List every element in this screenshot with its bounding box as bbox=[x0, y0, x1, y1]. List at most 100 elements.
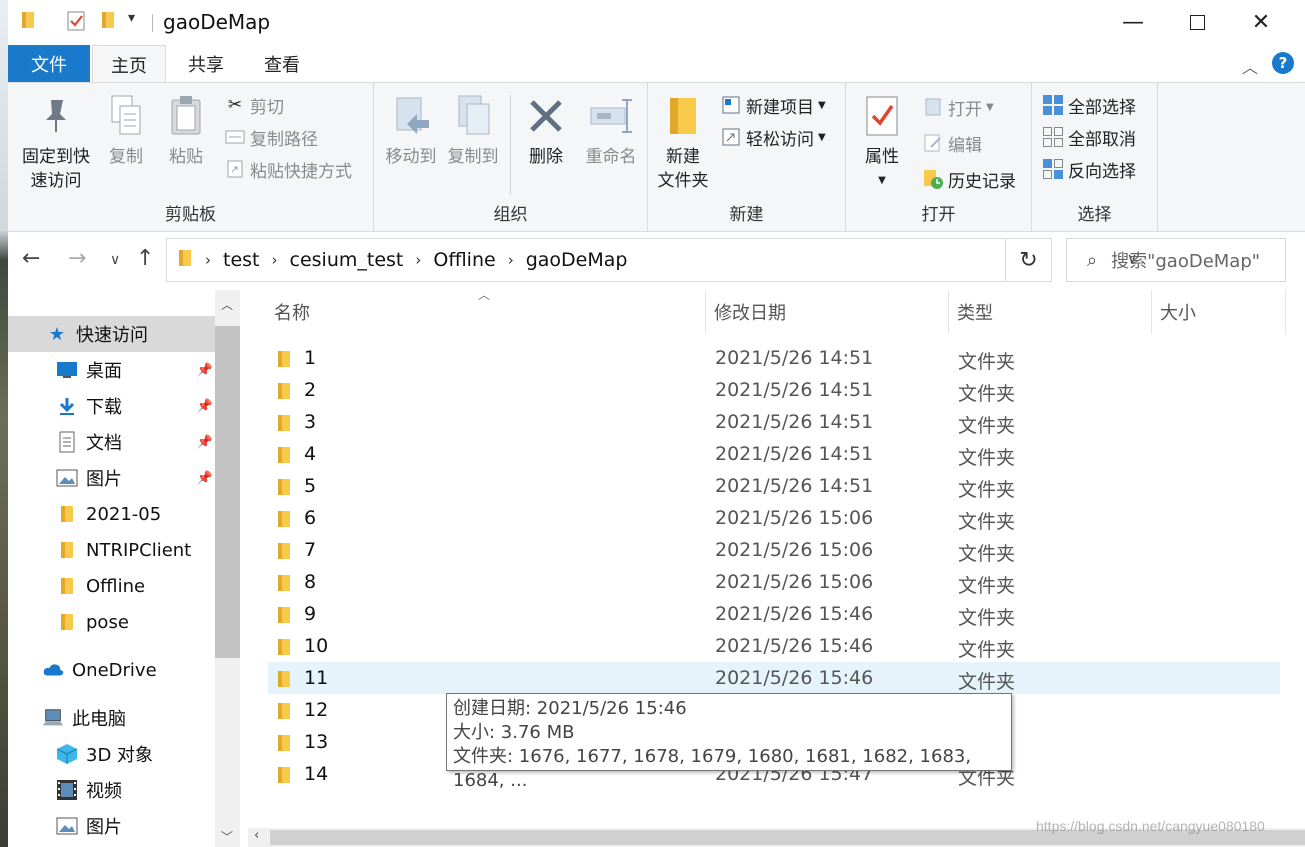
move-to-icon bbox=[389, 91, 433, 141]
table-row[interactable]: 2 2021/5/26 14:51 文件夹 bbox=[268, 374, 1280, 406]
move-to-button[interactable]: 移动到 bbox=[380, 91, 442, 169]
column-header-size[interactable]: 大小 bbox=[1152, 290, 1286, 334]
column-header-date[interactable]: 修改日期 bbox=[706, 290, 949, 334]
nav-quick-access[interactable]: ★ 快速访问 bbox=[8, 316, 215, 352]
file-name: 6 bbox=[304, 507, 317, 529]
nav-this-pc[interactable]: 此电脑 bbox=[8, 700, 215, 736]
nav-item-recent-folder[interactable]: 2021-05 bbox=[8, 496, 215, 532]
file-name: 10 bbox=[304, 635, 329, 657]
nav-item-desktop[interactable]: 桌面 📌 bbox=[8, 352, 215, 388]
open-button[interactable]: 打开 ▼ bbox=[922, 93, 994, 121]
table-row[interactable]: 6 2021/5/26 15:06 文件夹 bbox=[268, 502, 1280, 534]
pin-to-quick-access-button[interactable]: 固定到快 速访问 bbox=[16, 91, 96, 193]
folder-icon bbox=[276, 445, 292, 470]
nav-onedrive[interactable]: OneDrive bbox=[8, 652, 215, 688]
organize-group-label: 组织 bbox=[493, 205, 528, 225]
maximize-button[interactable] bbox=[1165, 0, 1229, 44]
invert-selection-button[interactable]: 反向选择 bbox=[1042, 155, 1136, 183]
nav-item-recent-folder[interactable]: NTRIPClient bbox=[8, 532, 215, 568]
nav-item-videos[interactable]: 视频 bbox=[8, 772, 215, 808]
file-name: 7 bbox=[304, 539, 317, 561]
file-name: 11 bbox=[304, 667, 329, 689]
table-row[interactable]: 5 2021/5/26 14:51 文件夹 bbox=[268, 470, 1280, 502]
close-button[interactable]: ✕ bbox=[1229, 0, 1293, 44]
paste-button[interactable]: 粘贴 bbox=[162, 91, 210, 169]
scroll-left-icon[interactable]: ‹ bbox=[254, 828, 259, 843]
file-type: 文件夹 bbox=[958, 351, 1016, 373]
pin-icon[interactable]: 📌 bbox=[197, 471, 213, 486]
paste-shortcut-button[interactable]: 粘贴快捷方式 bbox=[224, 155, 352, 183]
history-button[interactable]: 历史记录 bbox=[922, 165, 1016, 193]
copy-button[interactable]: 复制 bbox=[102, 91, 150, 169]
minimize-button[interactable]: — bbox=[1101, 0, 1165, 44]
refresh-button[interactable]: ↻ bbox=[1006, 238, 1052, 282]
table-row[interactable]: 8 2021/5/26 15:06 文件夹 bbox=[268, 566, 1280, 598]
watermark: https://blog.csdn.net/cangyue080180 bbox=[1036, 818, 1265, 834]
breadcrumb-item[interactable]: gaoDeMap bbox=[526, 249, 628, 271]
new-item-label: 新建项目 bbox=[746, 97, 814, 118]
ribbon: 固定到快 速访问 复制 粘贴 ✂ 剪切 复制路径 粘贴快捷方式 剪贴板 移动到 … bbox=[8, 82, 1305, 232]
nav-item-pictures[interactable]: 图片 📌 bbox=[8, 460, 215, 496]
table-row[interactable]: 1 2021/5/26 14:51 文件夹 bbox=[268, 342, 1280, 374]
column-header-name[interactable]: 名称 bbox=[266, 290, 706, 334]
cut-button[interactable]: ✂ 剪切 bbox=[224, 91, 284, 119]
rename-button[interactable]: 重命名 bbox=[580, 91, 642, 169]
scroll-down-icon[interactable]: ﹀ bbox=[221, 828, 233, 845]
customize-toolbar-icon[interactable]: ▾ bbox=[128, 10, 135, 26]
select-none-button[interactable]: 全部取消 bbox=[1042, 123, 1136, 151]
table-row[interactable]: 10 2021/5/26 15:46 文件夹 bbox=[268, 630, 1280, 662]
tab-file[interactable]: 文件 bbox=[8, 45, 90, 82]
tab-home[interactable]: 主页 bbox=[92, 45, 166, 83]
pin-icon[interactable]: 📌 bbox=[197, 363, 213, 378]
breadcrumb-item[interactable]: Offline › bbox=[433, 249, 525, 271]
collapse-ribbon-icon[interactable]: ︿ bbox=[1242, 54, 1258, 78]
nav-item-3d-objects[interactable]: 3D 对象 bbox=[8, 736, 215, 772]
table-row[interactable]: 3 2021/5/26 14:51 文件夹 bbox=[268, 406, 1280, 438]
address-bar[interactable]: › test › cesium_test › Offline › gaoDeMap ∨ bbox=[166, 238, 1137, 282]
breadcrumb-item[interactable]: test › bbox=[223, 249, 290, 271]
new-item-button[interactable]: 新建项目 ▼ bbox=[720, 91, 826, 119]
select-none-label: 全部取消 bbox=[1068, 129, 1136, 150]
scrollbar-thumb[interactable] bbox=[215, 326, 240, 658]
pin-icon[interactable]: 📌 bbox=[197, 435, 213, 450]
folder-icon[interactable] bbox=[20, 10, 38, 30]
forward-arrow-icon[interactable]: → bbox=[68, 246, 86, 271]
search-placeholder: 搜索"gaoDeMap" bbox=[1111, 251, 1261, 272]
back-arrow-icon[interactable]: ← bbox=[22, 246, 40, 271]
table-row[interactable]: 4 2021/5/26 14:51 文件夹 bbox=[268, 438, 1280, 470]
column-header-type[interactable]: 类型 bbox=[949, 290, 1152, 334]
new-folder-button[interactable]: 新建 文件夹 bbox=[654, 91, 712, 193]
help-icon[interactable]: ? bbox=[1272, 52, 1294, 74]
breadcrumb-separator-icon: › bbox=[205, 251, 211, 269]
nav-item-documents[interactable]: 文档 📌 bbox=[8, 424, 215, 460]
tab-share[interactable]: 共享 bbox=[170, 45, 242, 82]
table-row[interactable]: 9 2021/5/26 15:46 文件夹 bbox=[268, 598, 1280, 630]
nav-item-recent-folder[interactable]: pose bbox=[8, 604, 215, 640]
select-all-button[interactable]: 全部选择 bbox=[1042, 91, 1136, 119]
breadcrumb-item[interactable]: cesium_test › bbox=[290, 249, 434, 271]
copy-path-button[interactable]: 复制路径 bbox=[224, 123, 318, 151]
nav-item-recent-folder[interactable]: Offline bbox=[8, 568, 215, 604]
tab-view[interactable]: 查看 bbox=[246, 45, 318, 82]
recent-locations-icon[interactable]: ∨ bbox=[110, 252, 120, 268]
organize-divider bbox=[510, 95, 511, 195]
pin-icon[interactable]: 📌 bbox=[197, 399, 213, 414]
properties-quick-icon[interactable] bbox=[66, 10, 86, 32]
nav-item-downloads[interactable]: 下载 📌 bbox=[8, 388, 215, 424]
delete-button[interactable]: 删除 bbox=[520, 91, 572, 169]
easy-access-button[interactable]: 轻松访问 ▼ bbox=[720, 123, 826, 151]
search-input[interactable]: ⌕ 搜索"gaoDeMap" bbox=[1066, 238, 1286, 282]
new-folder-quick-icon[interactable] bbox=[100, 10, 118, 30]
table-row[interactable]: 7 2021/5/26 15:06 文件夹 bbox=[268, 534, 1280, 566]
nav-item-pictures[interactable]: 图片 bbox=[8, 808, 215, 844]
properties-button[interactable]: 属性 ▼ bbox=[856, 91, 908, 193]
scroll-up-icon[interactable]: ︿ bbox=[221, 296, 233, 313]
edit-button[interactable]: 编辑 bbox=[922, 129, 982, 157]
file-name: 4 bbox=[304, 443, 317, 465]
folder-icon bbox=[276, 349, 292, 374]
table-row[interactable]: 11 2021/5/26 15:46 文件夹 bbox=[268, 662, 1280, 694]
nav-scrollbar[interactable]: ︿ ﹀ bbox=[215, 290, 240, 847]
up-arrow-icon[interactable]: ↑ bbox=[136, 246, 154, 271]
copy-to-button[interactable]: 复制到 bbox=[442, 91, 504, 169]
rename-icon bbox=[589, 91, 633, 141]
